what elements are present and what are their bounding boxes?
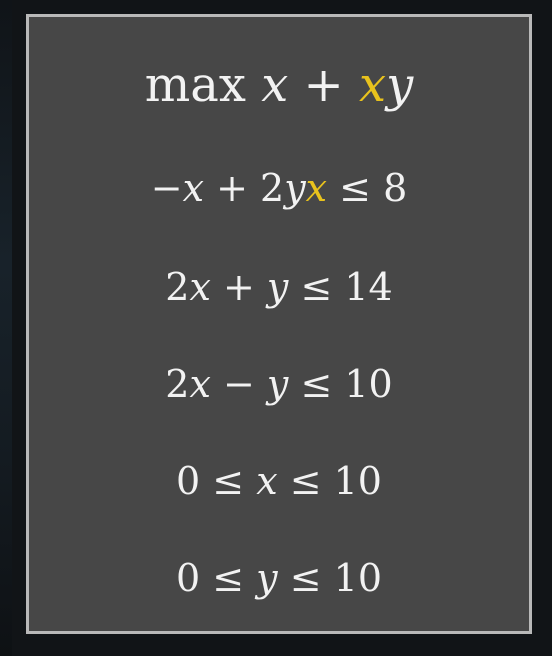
formula-variable: y (256, 556, 278, 600)
formula-text: max (144, 57, 262, 113)
constraint-line-2: 2x + y ≤ 14 (29, 268, 529, 306)
formula-text: ≤ 10 (277, 459, 382, 503)
formula-variable: y (266, 362, 289, 406)
formula-variable: y (266, 265, 289, 309)
formula-panel: max x + xy −x + 2yx ≤ 8 2x + y ≤ 14 2x −… (26, 14, 532, 634)
formula-variable: x (189, 362, 211, 406)
constraint-line-3: 2x − y ≤ 10 (29, 365, 529, 403)
highlighted-variable: x (305, 166, 328, 210)
formula-text: 2 (165, 362, 190, 406)
formula-text: − (210, 362, 267, 406)
constraint-line-5: 0 ≤ y ≤ 10 (29, 559, 529, 597)
formula-text: 0 ≤ (176, 459, 257, 503)
objective-line: max x + xy (29, 61, 529, 109)
constraint-line-4: 0 ≤ x ≤ 10 (29, 462, 529, 500)
formula-variable: x (256, 459, 278, 503)
formula-variable: x (189, 265, 211, 309)
formula-text: + (288, 57, 360, 113)
formula-text: − (150, 166, 183, 210)
formula-text: 0 ≤ (175, 556, 257, 600)
formula-text: ≤ 10 (277, 556, 382, 600)
formula-text: 2 (165, 265, 190, 309)
formula-text: + (210, 265, 267, 309)
formula-text: ≤ 14 (288, 265, 393, 309)
formula-variable: x (182, 166, 204, 210)
formula-variable: x (261, 57, 289, 113)
formula-text: + 2 (204, 166, 285, 210)
background-edge (0, 0, 12, 656)
highlighted-variable: x (359, 57, 387, 113)
formula-text: ≤ 8 (327, 166, 408, 210)
formula-text: ≤ 10 (288, 362, 393, 406)
formula-variable: y (284, 166, 306, 210)
formula-variable: y (386, 57, 414, 113)
constraint-line-1: −x + 2yx ≤ 8 (29, 169, 529, 207)
